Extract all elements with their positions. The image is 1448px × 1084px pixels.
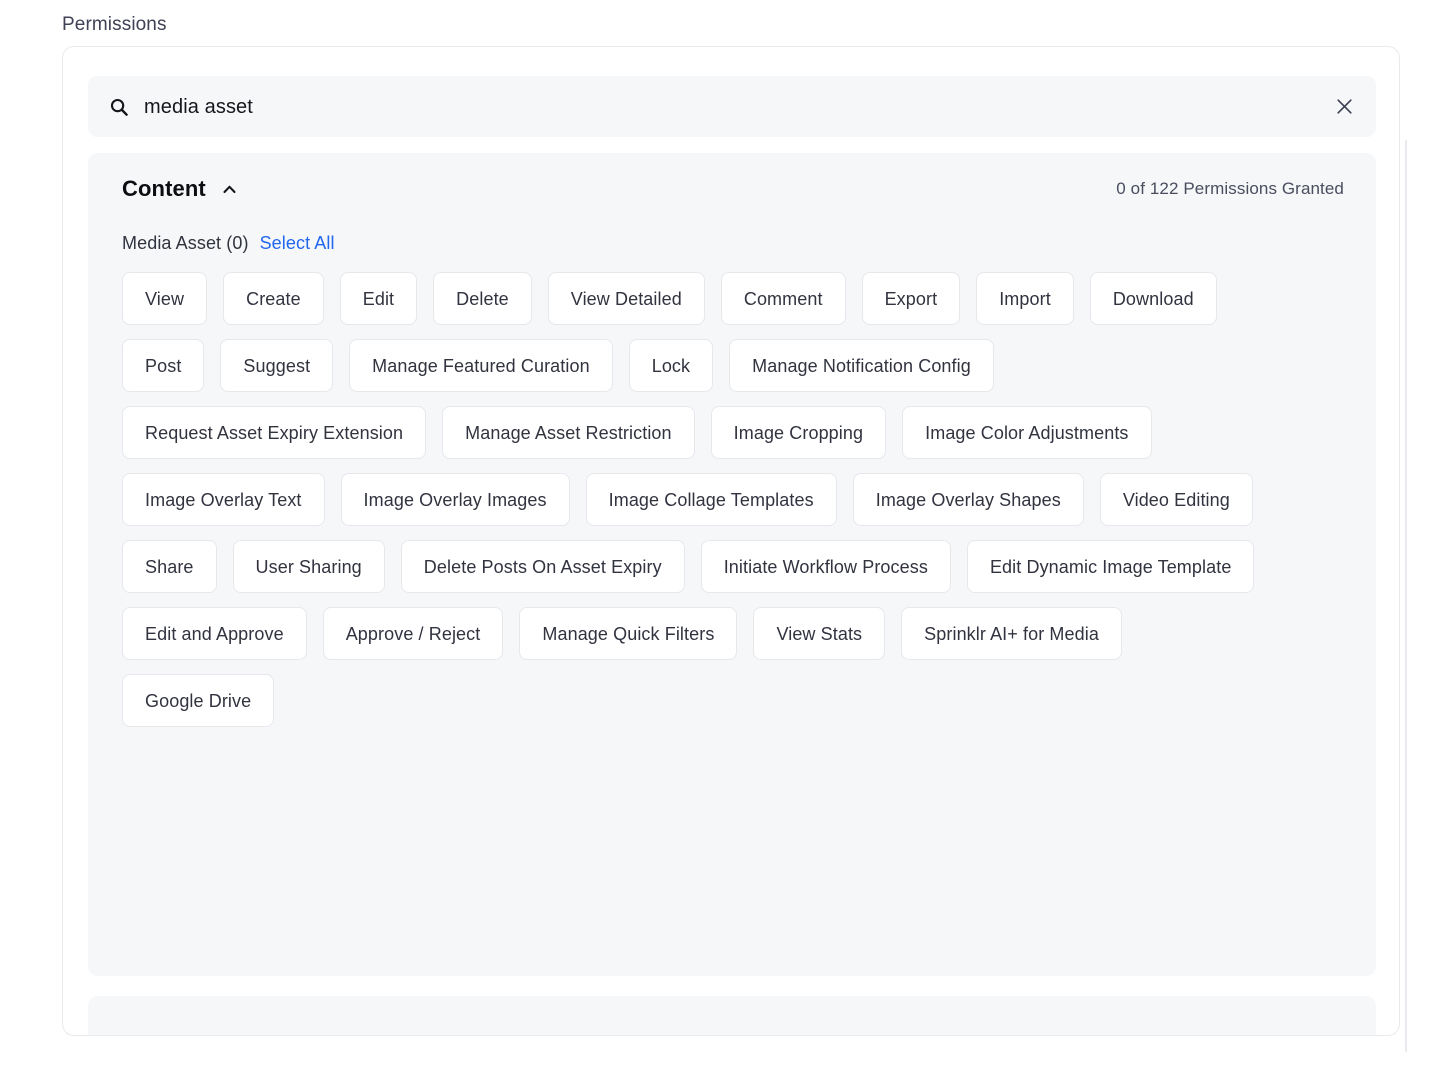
section-header: Content 0 of 122 Permissions Granted	[88, 153, 1376, 225]
permission-chip[interactable]: Image Overlay Shapes	[852, 473, 1084, 526]
select-all-link[interactable]: Select All	[260, 231, 335, 255]
permission-chip[interactable]: Image Color Adjustments	[902, 406, 1152, 459]
permission-chip[interactable]: Edit	[339, 272, 418, 325]
permission-chip[interactable]: Share	[122, 540, 217, 593]
permission-chip[interactable]: View Detailed	[547, 272, 705, 325]
group-header: Media Asset (0) Select All	[122, 231, 1342, 255]
permission-chip[interactable]: Request Asset Expiry Extension	[122, 406, 427, 459]
permission-chip[interactable]: Delete	[433, 272, 532, 325]
permission-chip[interactable]: Suggest	[220, 339, 334, 392]
permission-chip[interactable]: Export	[861, 272, 961, 325]
section-collapsed-next[interactable]	[88, 996, 1376, 1035]
permission-chip[interactable]: Video Editing	[1099, 473, 1253, 526]
permission-chip-list: View Create Edit Delete View Detailed Comment…	[122, 272, 1277, 727]
permission-chip[interactable]: Manage Quick Filters	[519, 607, 738, 660]
permission-chip[interactable]: Image Overlay Text	[122, 473, 325, 526]
permission-chip[interactable]: Approve / Reject	[322, 607, 504, 660]
clear-search-button[interactable]	[1330, 93, 1358, 121]
chevron-up-icon[interactable]	[221, 180, 239, 198]
permission-chip[interactable]: Manage Featured Curation	[349, 339, 613, 392]
permission-search-bar[interactable]	[88, 76, 1376, 137]
permission-chip[interactable]: Lock	[628, 339, 714, 392]
permission-chip[interactable]: View Stats	[753, 607, 886, 660]
search-icon	[108, 96, 130, 118]
permissions-granted-count: 0 of 122 Permissions Granted	[1116, 179, 1344, 198]
permission-chip[interactable]: Edit Dynamic Image Template	[966, 540, 1255, 593]
permission-chip[interactable]: Image Overlay Images	[340, 473, 570, 526]
permission-chip[interactable]: Create	[223, 272, 324, 325]
permission-chip[interactable]: Download	[1089, 272, 1217, 325]
search-input[interactable]	[144, 93, 1330, 120]
permission-chip[interactable]: Google Drive	[122, 674, 275, 727]
permission-chip[interactable]: View	[122, 272, 208, 325]
section-toggle[interactable]: Content	[122, 175, 239, 203]
group-name: Media Asset (0)	[122, 233, 249, 253]
permission-group-media-asset: Media Asset (0) Select All View Create Edi…	[88, 231, 1376, 727]
page-title: Permissions	[62, 14, 167, 35]
permission-chip[interactable]: Comment	[720, 272, 846, 325]
section-content: Content 0 of 122 Permissions Granted Med…	[88, 153, 1376, 976]
permissions-screen: Permissions media asset Content 0 of 122…	[0, 0, 1448, 1084]
permission-chip[interactable]: User Sharing	[232, 540, 385, 593]
permission-chip[interactable]: Sprinklr AI+ for Media	[901, 607, 1122, 660]
permissions-card: Content 0 of 122 Permissions Granted Med…	[62, 46, 1400, 1036]
section-title: Content	[122, 176, 206, 201]
permission-chip[interactable]: Edit and Approve	[122, 607, 307, 660]
permission-chip[interactable]: Post	[122, 339, 205, 392]
permission-chip[interactable]: Initiate Workflow Process	[700, 540, 951, 593]
permission-chip[interactable]: Import	[976, 272, 1074, 325]
permission-chip[interactable]: Image Collage Templates	[585, 473, 837, 526]
permission-chip[interactable]: Delete Posts On Asset Expiry	[400, 540, 685, 593]
close-icon	[1335, 97, 1354, 116]
permission-chip[interactable]: Manage Notification Config	[729, 339, 994, 392]
permission-chip[interactable]: Image Cropping	[710, 406, 887, 459]
permission-chip[interactable]: Manage Asset Restriction	[442, 406, 695, 459]
vertical-scrollbar[interactable]	[1405, 140, 1407, 1052]
